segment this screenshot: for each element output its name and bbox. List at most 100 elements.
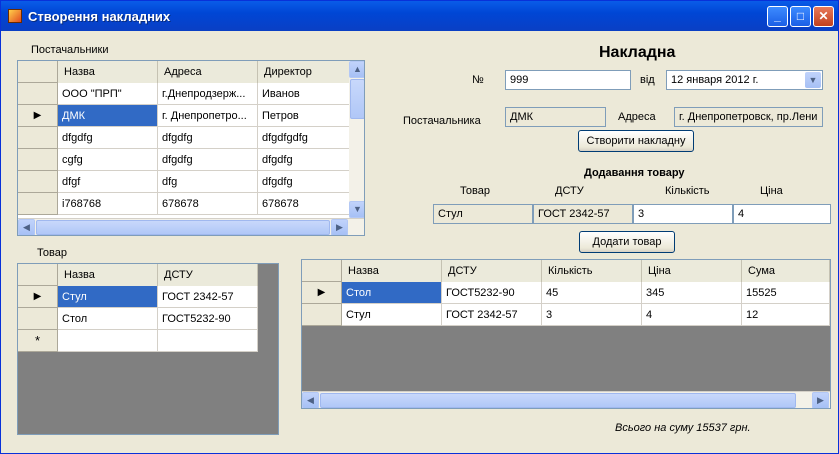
table-cell[interactable]: 345: [642, 282, 742, 304]
table-cell[interactable]: 12: [742, 304, 830, 326]
scroll-thumb[interactable]: [350, 79, 364, 119]
row-header[interactable]: [302, 304, 342, 326]
suppliers-vscroll[interactable]: ▲ ▼: [349, 61, 364, 218]
table-cell[interactable]: dfgdfg: [158, 127, 258, 149]
scroll-left-icon[interactable]: ◀: [302, 392, 319, 408]
new-row[interactable]: *: [18, 330, 258, 352]
table-cell[interactable]: ГОСТ 2342-57: [442, 304, 542, 326]
maximize-button[interactable]: □: [790, 6, 811, 27]
col-header-sum[interactable]: Сума: [742, 260, 830, 282]
invoice-items-grid[interactable]: Назва ДСТУ Кількість Ціна Сума ▶ Стол ГОСТ…: [301, 259, 831, 409]
current-row-arrow-icon[interactable]: ▶: [302, 282, 342, 304]
current-row-arrow-icon[interactable]: ▶: [18, 105, 58, 127]
table-cell[interactable]: г.Днепродзерж...: [158, 83, 258, 105]
close-button[interactable]: ✕: [813, 6, 834, 27]
scroll-up-icon[interactable]: ▲: [349, 61, 364, 78]
table-cell[interactable]: dfg: [158, 171, 258, 193]
table-row[interactable]: ▶ Стул ГОСТ 2342-57: [18, 286, 258, 308]
invoice-number-input[interactable]: 999: [505, 70, 631, 90]
table-cell[interactable]: dfgdfg: [258, 149, 350, 171]
table-cell[interactable]: dfgdfgdfg: [258, 127, 350, 149]
table-row[interactable]: Стол ГОСТ5232-90: [18, 308, 258, 330]
dstu-field[interactable]: ГОСТ 2342-57: [533, 204, 633, 224]
supplier-field[interactable]: ДМК: [505, 107, 606, 127]
cell[interactable]: [58, 330, 158, 352]
scroll-thumb[interactable]: [36, 220, 330, 235]
scroll-down-icon[interactable]: ▼: [349, 201, 364, 218]
table-row[interactable]: ▶ Стол ГОСТ5232-90 45 345 15525: [302, 282, 830, 304]
table-cell[interactable]: 678678: [258, 193, 350, 215]
table-cell[interactable]: ГОСТ5232-90: [158, 308, 258, 330]
add-goods-button[interactable]: Додати товар: [579, 231, 675, 253]
table-cell[interactable]: ДМК: [58, 105, 158, 127]
corner-header: [302, 260, 342, 282]
table-cell[interactable]: cgfg: [58, 149, 158, 171]
scroll-thumb[interactable]: [320, 393, 796, 408]
goods-grid[interactable]: Назва ДСТУ ▶ Стул ГОСТ 2342-57 Стол ГОСТ5232…: [17, 263, 279, 435]
col-header-quantity[interactable]: Кількість: [542, 260, 642, 282]
row-header[interactable]: [18, 308, 58, 330]
current-row-arrow-icon[interactable]: ▶: [18, 286, 58, 308]
table-cell[interactable]: dfgf: [58, 171, 158, 193]
add-goods-heading: Додавання товару: [584, 167, 685, 179]
table-row[interactable]: ООО "ПРП" г.Днепродзерж... Иванов: [18, 83, 350, 105]
number-label: №: [472, 74, 484, 86]
row-header[interactable]: [18, 193, 58, 215]
col-header-dstu[interactable]: ДСТУ: [442, 260, 542, 282]
table-cell[interactable]: dfgdfg: [58, 127, 158, 149]
scroll-right-icon[interactable]: ▶: [812, 392, 829, 408]
row-header[interactable]: [18, 149, 58, 171]
table-cell[interactable]: Стол: [58, 308, 158, 330]
table-cell[interactable]: г. Днепропетро...: [158, 105, 258, 127]
cell[interactable]: [158, 330, 258, 352]
table-row[interactable]: cgfg dfgdfg dfgdfg: [18, 149, 350, 171]
minimize-button[interactable]: _: [767, 6, 788, 27]
quantity-input[interactable]: 3: [633, 204, 733, 224]
table-row[interactable]: i768768 678678 678678: [18, 193, 350, 215]
suppliers-grid[interactable]: Назва Адреса Директор ООО "ПРП" г.Днепрод…: [17, 60, 365, 236]
scroll-left-icon[interactable]: ◀: [18, 219, 35, 235]
table-cell[interactable]: Петров: [258, 105, 350, 127]
table-cell[interactable]: Стул: [58, 286, 158, 308]
table-cell[interactable]: 4: [642, 304, 742, 326]
col-header-name[interactable]: Назва: [58, 264, 158, 286]
table-cell[interactable]: ГОСТ 2342-57: [158, 286, 258, 308]
table-cell[interactable]: ООО "ПРП": [58, 83, 158, 105]
table-cell[interactable]: dfgdfg: [258, 171, 350, 193]
table-cell[interactable]: Иванов: [258, 83, 350, 105]
items-hscroll[interactable]: ◀ ▶: [302, 391, 830, 408]
scroll-right-icon[interactable]: ▶: [331, 219, 348, 235]
invoice-date-picker[interactable]: 12 января 2012 г. ▼: [666, 70, 823, 90]
col-header-name[interactable]: Назва: [342, 260, 442, 282]
table-cell[interactable]: 45: [542, 282, 642, 304]
table-cell[interactable]: Стул: [342, 304, 442, 326]
table-row[interactable]: ▶ ДМК г. Днепропетро... Петров: [18, 105, 350, 127]
table-cell[interactable]: ГОСТ5232-90: [442, 282, 542, 304]
create-invoice-button[interactable]: Створити накладну: [578, 130, 694, 152]
table-cell[interactable]: 3: [542, 304, 642, 326]
suppliers-hscroll[interactable]: ◀ ▶: [18, 218, 364, 235]
col-header-address[interactable]: Адреса: [158, 61, 258, 83]
table-row[interactable]: dfgdfg dfgdfg dfgdfgdfg: [18, 127, 350, 149]
price-input[interactable]: 4: [733, 204, 831, 224]
table-cell[interactable]: dfgdfg: [158, 149, 258, 171]
table-row[interactable]: Стул ГОСТ 2342-57 3 4 12: [302, 304, 830, 326]
col-header-name[interactable]: Назва: [58, 61, 158, 83]
col-header-dstu[interactable]: ДСТУ: [158, 264, 258, 286]
goods-field[interactable]: Стул: [433, 204, 533, 224]
table-cell[interactable]: 678678: [158, 193, 258, 215]
table-cell[interactable]: 15525: [742, 282, 830, 304]
col-header-director[interactable]: Директор: [258, 61, 350, 83]
table-cell[interactable]: i768768: [58, 193, 158, 215]
row-header[interactable]: [18, 127, 58, 149]
row-header[interactable]: [18, 171, 58, 193]
table-cell[interactable]: Стол: [342, 282, 442, 304]
chevron-down-icon[interactable]: ▼: [805, 72, 821, 88]
table-row[interactable]: dfgf dfg dfgdfg: [18, 171, 350, 193]
items-header: Назва ДСТУ Кількість Ціна Сума: [302, 260, 830, 282]
title-bar[interactable]: Створення накладних _ □ ✕: [1, 1, 838, 31]
add-goods-col-price: Ціна: [760, 185, 783, 197]
col-header-price[interactable]: Ціна: [642, 260, 742, 282]
address-field[interactable]: г. Днепропетровск, пр.Лени: [674, 107, 823, 127]
row-header[interactable]: [18, 83, 58, 105]
